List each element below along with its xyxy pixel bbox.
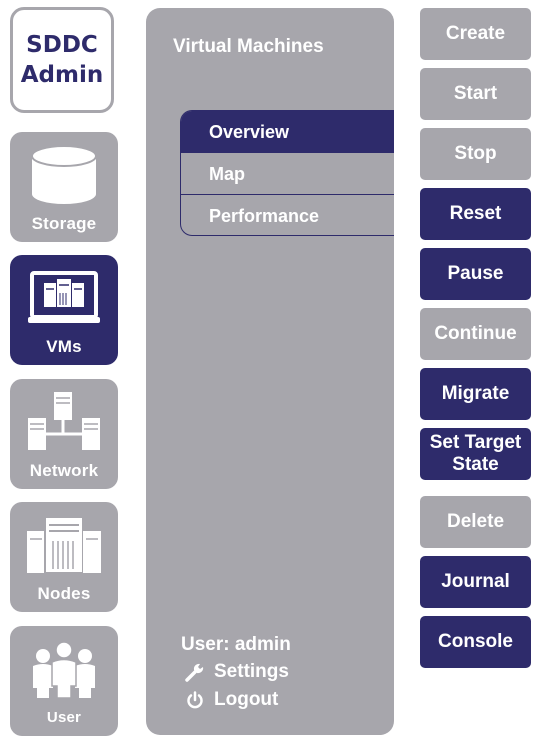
settings-label: Settings [214, 661, 289, 682]
set-target-state-button[interactable]: Set Target State [420, 428, 531, 480]
start-button[interactable]: Start [420, 68, 531, 120]
users-group-icon [10, 634, 118, 704]
nav-network[interactable]: Network [10, 379, 118, 489]
power-icon [184, 690, 206, 710]
journal-button[interactable]: Journal [420, 556, 531, 608]
delete-button[interactable]: Delete [420, 496, 531, 548]
nav-vms[interactable]: VMs [10, 255, 118, 365]
server-rack-icon [10, 510, 118, 580]
nav-network-label: Network [29, 461, 99, 480]
reset-button[interactable]: Reset [420, 188, 531, 240]
wrench-icon [184, 662, 206, 682]
stop-button[interactable]: Stop [420, 128, 531, 180]
current-user: User: admin [181, 634, 291, 655]
logout-link[interactable]: Logout [184, 689, 278, 711]
nav-vms-label: VMs [46, 337, 82, 356]
nav-user-label: User [46, 709, 82, 726]
logo-line-1: SDDC [26, 32, 98, 58]
nav-storage[interactable]: Storage [10, 132, 118, 242]
settings-link[interactable]: Settings [184, 661, 289, 683]
panel-title: Virtual Machines [173, 36, 324, 57]
create-button[interactable]: Create [420, 8, 531, 60]
nav-nodes[interactable]: Nodes [10, 502, 118, 612]
submenu-item-map[interactable]: Map [181, 153, 394, 195]
console-button[interactable]: Console [420, 616, 531, 668]
nav-storage-label: Storage [31, 214, 97, 233]
pause-button[interactable]: Pause [420, 248, 531, 300]
continue-button[interactable]: Continue [420, 308, 531, 360]
logo-line-2: Admin [20, 62, 104, 88]
submenu: Overview Map Performance [180, 110, 394, 236]
migrate-button[interactable]: Migrate [420, 368, 531, 420]
nav-nodes-label: Nodes [37, 584, 91, 603]
nav-user[interactable]: User [10, 626, 118, 736]
submenu-item-performance[interactable]: Performance [181, 195, 394, 235]
database-icon [10, 140, 118, 210]
monitor-servers-icon [10, 263, 118, 333]
main-panel: Virtual Machines Overview Map Performanc… [146, 8, 394, 735]
app-logo: SDDC Admin [10, 7, 114, 113]
logout-label: Logout [214, 689, 279, 710]
sddc-admin-screen: SDDC Admin Storage VMs Network Nodes Use… [0, 0, 534, 742]
submenu-item-overview[interactable]: Overview [181, 111, 394, 153]
network-servers-icon [10, 387, 118, 457]
